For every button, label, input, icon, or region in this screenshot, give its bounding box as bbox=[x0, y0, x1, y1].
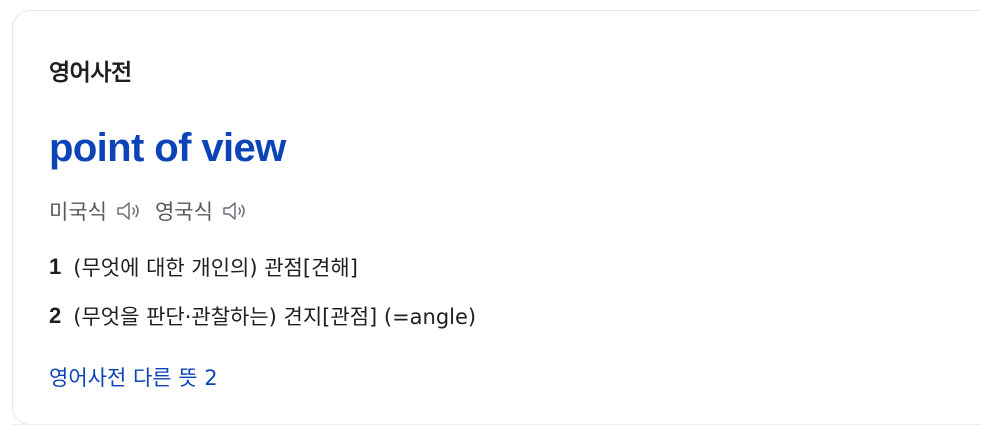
dictionary-card: 영어사전 point of view 미국식 영국식 1 (무엇에 대한 개인의… bbox=[12, 10, 981, 425]
meaning-number: 1 bbox=[49, 254, 62, 279]
more-meanings-link[interactable]: 영어사전 다른 뜻 2 bbox=[49, 362, 218, 392]
speaker-icon[interactable] bbox=[221, 199, 249, 223]
meaning-text: (무엇에 대한 개인의) 관점[견해] bbox=[73, 256, 358, 280]
pronunciation-row: 미국식 영국식 bbox=[49, 195, 261, 227]
divider bbox=[12, 424, 981, 425]
meaning-number: 2 bbox=[49, 303, 62, 328]
meaning-text: (무엇을 판단·관찰하는) 견지[관점] (=angle) bbox=[73, 305, 477, 329]
meaning-item: 1 (무엇에 대한 개인의) 관점[견해] bbox=[49, 252, 358, 282]
headword-link[interactable]: point of view bbox=[49, 128, 286, 168]
speaker-icon[interactable] bbox=[115, 199, 143, 223]
pron-label-uk: 영국식 bbox=[154, 200, 213, 224]
pron-label-us: 미국식 bbox=[49, 200, 107, 224]
meaning-item: 2 (무엇을 판단·관찰하는) 견지[관점] (=angle) bbox=[49, 301, 476, 331]
section-title: 영어사전 bbox=[49, 60, 132, 86]
